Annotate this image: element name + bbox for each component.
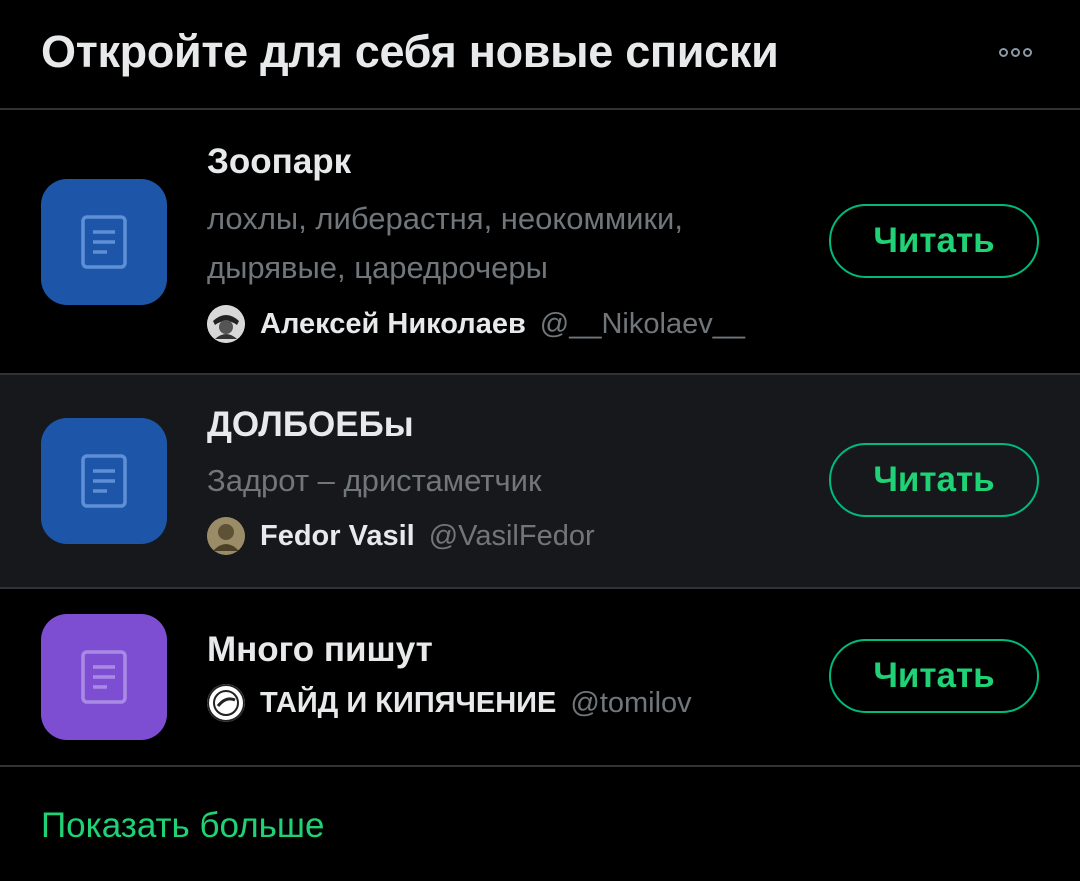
owner-name: Алексей Николаев xyxy=(260,307,526,340)
owner-handle: @__Nikolaev__ xyxy=(539,307,745,340)
list-description-line: лохлы, либерастня, неокоммики, xyxy=(207,201,683,236)
list-cover-icon xyxy=(41,614,167,740)
owner-handle: @VasilFedor xyxy=(428,519,595,552)
list-owner: Fedor Vasil @VasilFedor xyxy=(207,516,595,556)
avatar xyxy=(207,305,245,343)
avatar xyxy=(207,684,245,722)
list-description-line: дырявые, царедрочеры xyxy=(207,250,548,285)
list-document-icon xyxy=(81,454,127,508)
page-title: Откройте для себя новые списки xyxy=(41,26,779,77)
list-owner: Алексей Николаев @__Nikolaev__ xyxy=(207,304,745,344)
owner-name: Fedor Vasil xyxy=(260,519,415,552)
list-name: ДОЛБОЕБы xyxy=(207,405,414,444)
list-item-dolboeby[interactable]: ДОЛБОЕБы Задрот – дристаметчик Fedor Vas… xyxy=(0,375,1080,589)
avatar xyxy=(207,517,245,555)
follow-list-button[interactable]: Читать xyxy=(829,204,1039,278)
owner-name: ТАЙД И КИПЯЧЕНИЕ xyxy=(260,686,557,719)
owner-handle: @tomilov xyxy=(570,686,692,719)
more-dot xyxy=(1010,47,1020,57)
list-item-mnogo-pishut[interactable]: Много пишут ТАЙД И КИПЯЧЕНИЕ @tomilov Чи… xyxy=(0,589,1080,767)
list-cover-icon xyxy=(41,179,167,305)
list-name: Много пишут xyxy=(207,630,433,669)
show-more-link[interactable]: Показать больше xyxy=(41,806,324,846)
lists-header: Откройте для себя новые списки xyxy=(0,0,1080,110)
more-options-button[interactable] xyxy=(990,40,1040,64)
follow-list-button[interactable]: Читать xyxy=(829,639,1039,713)
list-cover-icon xyxy=(41,418,167,544)
list-name: Зоопарк xyxy=(207,142,352,181)
list-item-zoopark[interactable]: Зоопарк лохлы, либерастня, неокоммики, д… xyxy=(0,110,1080,375)
list-document-icon xyxy=(81,650,127,704)
more-horizontal-icon xyxy=(998,47,1008,57)
more-dot xyxy=(1022,47,1032,57)
list-description-line: Задрот – дристаметчик xyxy=(207,463,542,498)
list-document-icon xyxy=(81,215,127,269)
follow-list-button[interactable]: Читать xyxy=(829,443,1039,517)
list-owner: ТАЙД И КИПЯЧЕНИЕ @tomilov xyxy=(207,683,692,723)
